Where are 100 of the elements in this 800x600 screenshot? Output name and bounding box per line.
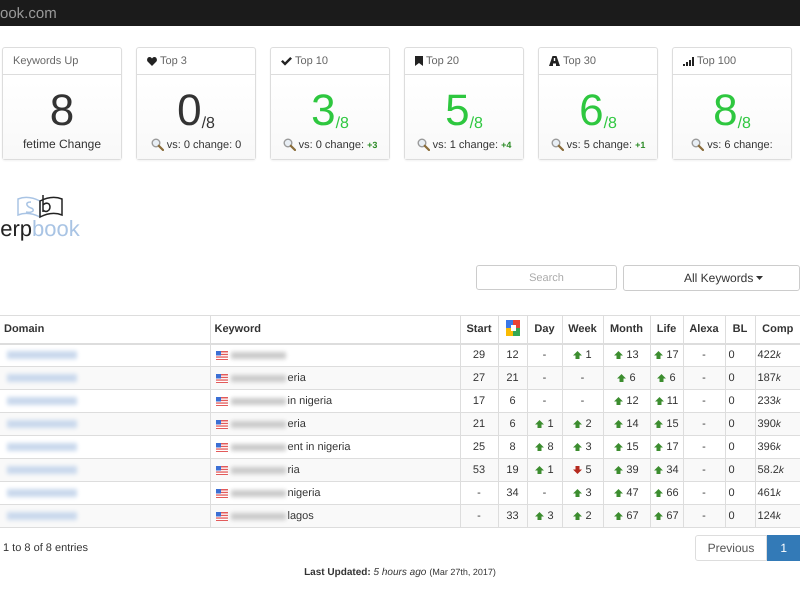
movement-value: 66 [654, 486, 679, 498]
competition-cell: 58.2k [755, 458, 800, 482]
signal-icon [683, 56, 694, 66]
up-arrow-icon [614, 420, 624, 428]
blurred-keyword [230, 466, 286, 474]
blurred-keyword [230, 444, 286, 451]
keyword-text: lagos [288, 510, 314, 522]
blurred-keyword [230, 374, 286, 382]
start-cell: 53 [460, 458, 498, 482]
entries-info: 1 to 8 of 8 entries [3, 542, 88, 554]
flag-icon [216, 420, 228, 429]
column-header[interactable]: Start [460, 316, 498, 344]
google-column-header[interactable] [498, 316, 527, 344]
up-arrow-icon [535, 466, 544, 474]
movement-value: - [542, 372, 546, 384]
competition-cell: 187k [755, 366, 800, 390]
card-caption: fetime Change [22, 137, 102, 151]
card-title: Top 100 [697, 55, 736, 67]
movement-value: 47 [614, 486, 639, 498]
alexa-cell: - [683, 458, 725, 482]
heart-icon [147, 56, 157, 66]
stat-value: 6 [579, 89, 604, 133]
stat-value: 0 [177, 89, 202, 133]
movement-value: 5 [573, 464, 592, 476]
keyword-filter-dropdown[interactable]: All Keywords [623, 265, 800, 291]
caret-icon [756, 276, 764, 280]
column-header[interactable]: Alexa [683, 316, 725, 344]
comparison-text: vs: 5 change: [566, 138, 632, 150]
movement-value: 17 [654, 348, 679, 361]
comparison-text: vs: 6 change: [707, 138, 773, 150]
column-header[interactable]: Life [650, 316, 683, 344]
magnifier-icon [550, 138, 564, 151]
keyword-text: in nigeria [288, 395, 332, 407]
movement-value: 1 [535, 464, 554, 476]
backlinks-cell: 0 [725, 504, 755, 528]
card-title: Top 10 [295, 55, 328, 67]
column-header[interactable]: Day [527, 316, 562, 344]
flag-icon [216, 512, 228, 521]
movement-value: 39 [614, 464, 639, 476]
up-arrow-icon [654, 396, 664, 404]
blurred-domain [7, 351, 77, 360]
movement-value: 34 [654, 464, 679, 476]
competition-cell: 124k [755, 504, 800, 528]
movement-value: 67 [654, 510, 679, 522]
last-updated-text: Last Updated: 5 hours ago [304, 567, 426, 578]
book-logo-icon [16, 193, 64, 219]
movement-value: - [542, 349, 546, 362]
up-arrow-icon [654, 488, 664, 496]
page-button[interactable]: Previous [694, 535, 768, 561]
movement-value: 13 [614, 348, 639, 361]
blurred-domain [7, 443, 77, 452]
up-arrow-icon [573, 442, 582, 450]
stat-total: /8 [336, 115, 349, 133]
stat-total: /8 [604, 115, 617, 133]
google-icon [506, 320, 520, 336]
movement-value: 15 [614, 440, 639, 452]
down-arrow-icon [573, 466, 582, 474]
last-updated-date: (Mar 27th, 2017) [429, 567, 496, 577]
competition-cell: 390k [755, 412, 800, 436]
logo-wordmark: erpbook [0, 217, 80, 241]
up-arrow-icon [614, 396, 624, 404]
alexa-cell: - [683, 504, 725, 528]
movement-value: 6 [617, 372, 636, 384]
start-cell: 27 [460, 366, 498, 390]
column-header[interactable]: Week [562, 316, 603, 344]
blurred-domain [7, 420, 77, 428]
bookmark-icon [415, 56, 423, 66]
movement-value: - [580, 372, 584, 384]
rank-cell: 19 [498, 458, 527, 482]
card-title: Top 20 [426, 55, 460, 67]
movement-value: 2 [573, 418, 592, 430]
column-header[interactable]: Domain [0, 316, 210, 344]
alexa-cell: - [683, 366, 725, 390]
up-arrow-icon [573, 420, 582, 428]
change-value: +4 [501, 140, 512, 150]
comparison-text: vs: 0 change: [166, 138, 232, 150]
movement-value: 2 [573, 510, 592, 522]
column-header[interactable]: Month [603, 316, 650, 344]
stat-total: /8 [738, 115, 751, 133]
keyword-text: eria [288, 372, 306, 384]
blurred-keyword [230, 420, 286, 428]
movement-value: 6 [657, 372, 676, 384]
change-value: 0 [235, 138, 242, 150]
page-button[interactable]: 1 [767, 535, 800, 561]
blurred-domain [7, 512, 77, 520]
comparison-text: vs: 1 change: [432, 138, 498, 150]
search-field[interactable]: Search [476, 265, 617, 290]
movement-value: 15 [654, 418, 679, 430]
up-arrow-icon [614, 488, 624, 496]
movement-value: 14 [614, 418, 639, 430]
start-cell: - [460, 504, 498, 528]
backlinks-cell: 0 [725, 458, 755, 482]
column-header[interactable]: Keyword [210, 316, 460, 344]
column-header[interactable]: BL [725, 316, 755, 344]
stat-value: 3 [311, 89, 336, 133]
movement-value: 1 [535, 418, 554, 430]
flag-icon [216, 488, 228, 498]
stat-value: 8 [713, 89, 738, 133]
column-header[interactable]: Comp [755, 316, 800, 344]
up-arrow-icon [614, 442, 624, 450]
